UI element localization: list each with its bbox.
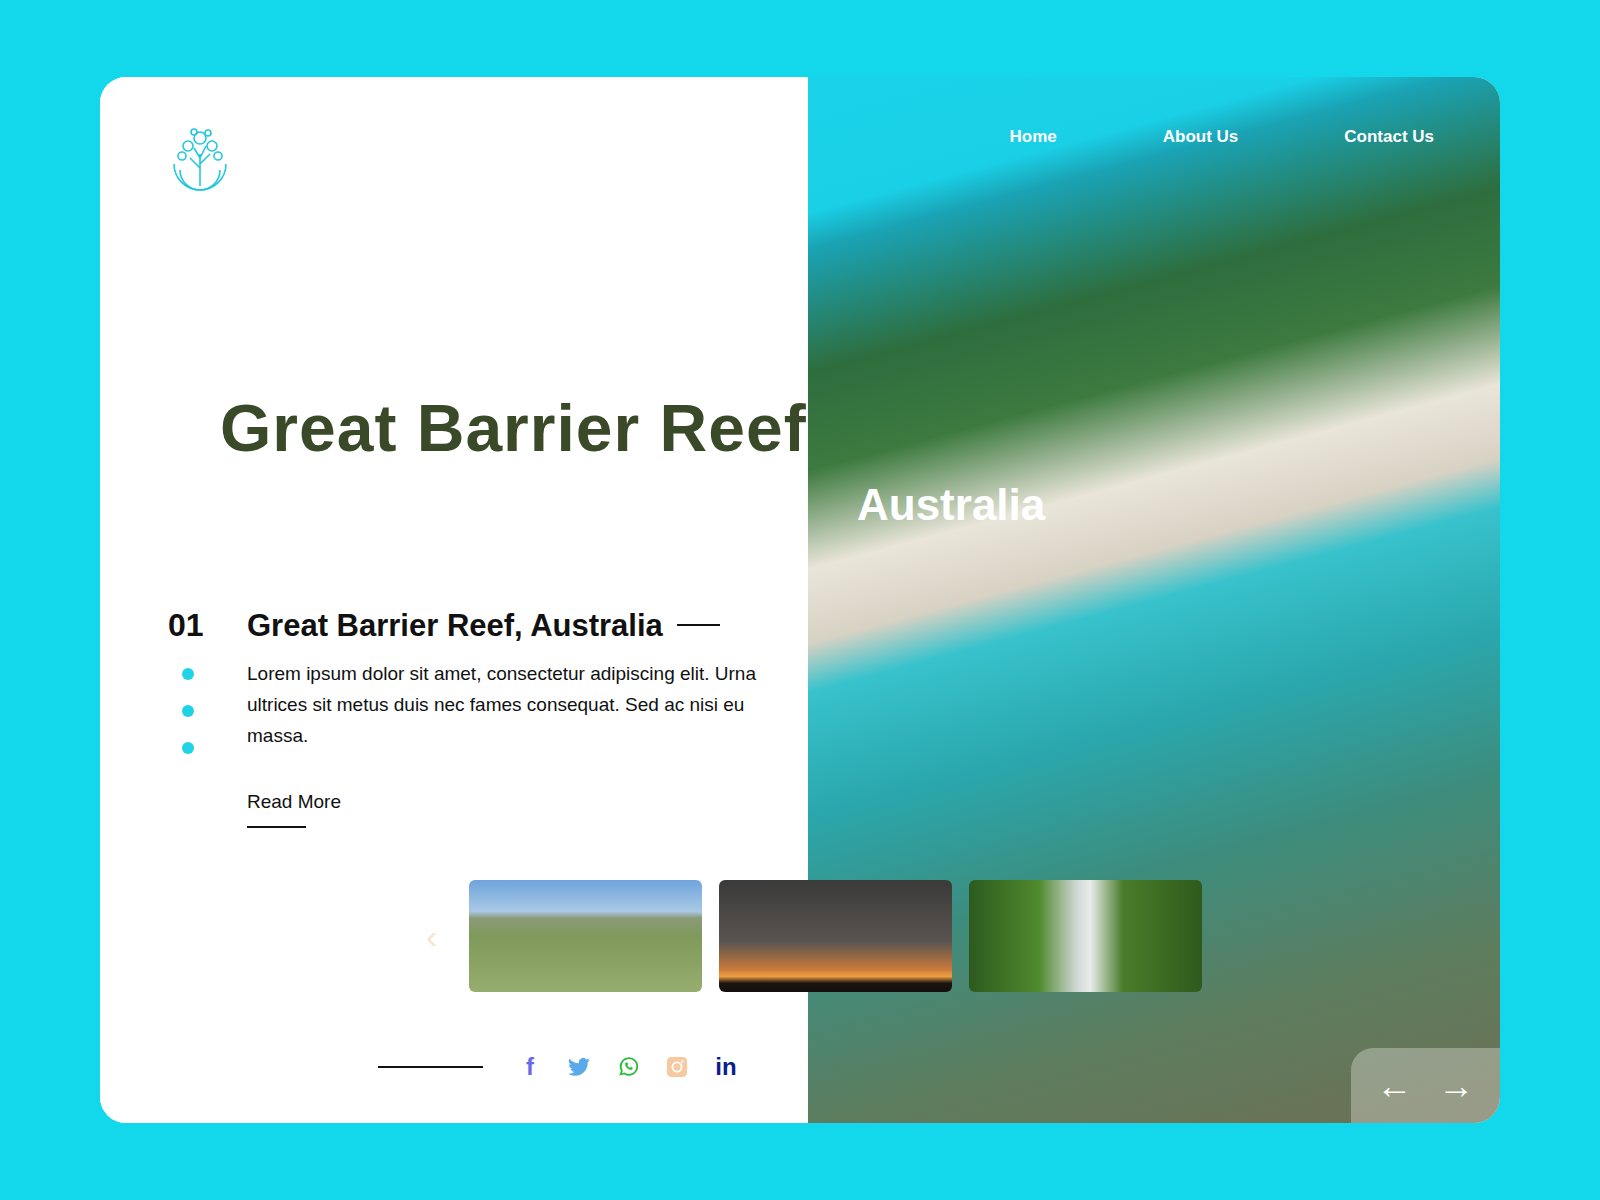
logo-icon[interactable]	[168, 124, 232, 194]
read-more-link[interactable]: Read More	[247, 791, 341, 814]
pager: ←→	[1351, 1048, 1500, 1123]
social-link[interactable]: in	[715, 1054, 737, 1080]
gallery-prev-icon[interactable]: ‹	[426, 919, 446, 953]
heading-line	[677, 624, 720, 626]
social-label: in	[715, 1055, 736, 1079]
hero-title: Great Barrier Reef	[220, 389, 807, 468]
slide-body-row: Lorem ipsum dolor sit amet, consectetur …	[168, 658, 808, 828]
slide-dot[interactable]	[182, 668, 194, 680]
twitter-icon[interactable]	[568, 1054, 590, 1080]
social-link[interactable]: f	[519, 1054, 541, 1080]
prev-arrow-icon[interactable]: ←	[1377, 1068, 1413, 1104]
gallery-thumbnail[interactable]	[469, 880, 702, 992]
slide-number: 01	[168, 606, 247, 644]
slide-dot[interactable]	[182, 742, 194, 754]
nav-link[interactable]: About Us	[1163, 127, 1239, 147]
read-more-underline	[247, 826, 306, 828]
social-line	[378, 1066, 483, 1068]
whatsapp-icon[interactable]	[617, 1054, 639, 1080]
hero-card: 01 Great Barrier Reef, Australia Lorem i…	[100, 77, 1500, 1123]
social-row: f in	[378, 1054, 808, 1080]
main-nav: Home About Us Contact Us	[808, 77, 1500, 147]
slide-info: 01 Great Barrier Reef, Australia Lorem i…	[168, 606, 808, 828]
slide-heading-row: 01 Great Barrier Reef, Australia	[168, 606, 808, 644]
gallery-thumbnail[interactable]	[969, 880, 1202, 992]
slide-body: Lorem ipsum dolor sit amet, consectetur …	[247, 658, 777, 751]
instagram-icon[interactable]	[666, 1054, 688, 1080]
slide-dot[interactable]	[182, 705, 194, 717]
next-arrow-icon[interactable]: →	[1439, 1068, 1475, 1104]
nav-link[interactable]: Contact Us	[1344, 127, 1434, 147]
slide-dots	[168, 658, 247, 828]
hero-subtitle: Australia	[857, 479, 1045, 532]
gallery: ‹	[426, 880, 1202, 992]
slide-heading: Great Barrier Reef, Australia	[247, 607, 663, 644]
social-label: f	[526, 1055, 534, 1079]
social-icons: f in	[519, 1054, 737, 1080]
nav-link[interactable]: Home	[1009, 127, 1056, 147]
gallery-thumbnail[interactable]	[719, 880, 952, 992]
